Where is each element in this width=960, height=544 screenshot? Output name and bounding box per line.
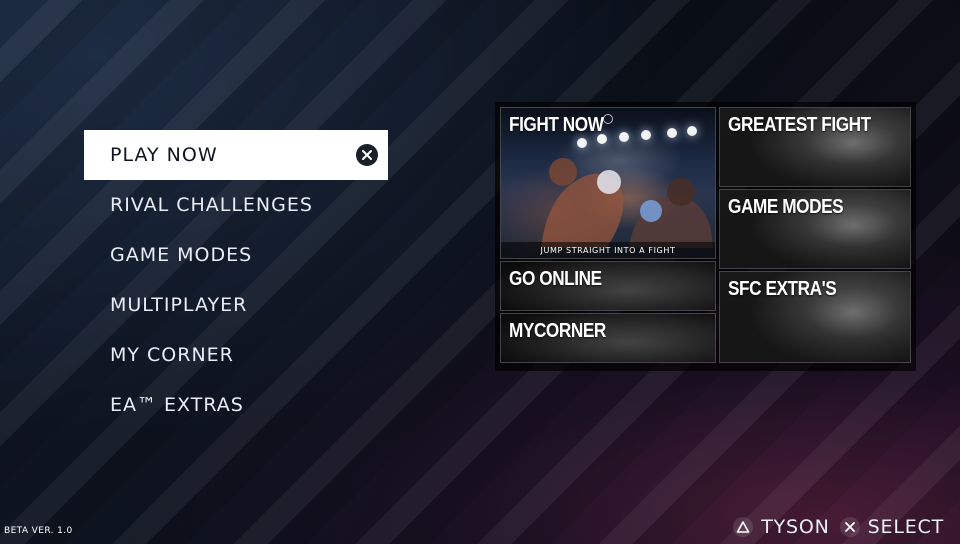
- version-label: BETA VER. 1.0: [4, 526, 73, 536]
- tile-title: FIGHT NOW: [509, 114, 604, 136]
- league-logo-icon: [603, 114, 613, 124]
- hint-tyson[interactable]: TYSON: [733, 516, 829, 538]
- menu-item-my-corner[interactable]: MY CORNER: [84, 330, 388, 380]
- menu-item-ea-extras[interactable]: EA™ EXTRAS: [84, 380, 388, 430]
- menu-item-multiplayer[interactable]: MULTIPLAYER: [84, 280, 388, 330]
- tile-title: SFC EXTRA'S: [728, 278, 837, 300]
- cross-button-icon: [356, 144, 378, 166]
- menu-item-label: GAME MODES: [110, 244, 253, 266]
- menu-item-label: RIVAL CHALLENGES: [110, 194, 313, 216]
- tile-mycorner[interactable]: MYCORNER: [500, 313, 716, 363]
- tile-sfc-extras[interactable]: SFC EXTRA'S: [719, 271, 911, 363]
- tile-title: GO ONLINE: [509, 268, 602, 290]
- menu-item-game-modes[interactable]: GAME MODES: [84, 230, 388, 280]
- tile-game-modes[interactable]: GAME MODES: [719, 189, 911, 269]
- menu-item-label: MULTIPLAYER: [110, 294, 248, 316]
- tile-fight-now[interactable]: FIGHT NOW JUMP STRAIGHT INTO A FIGHT: [500, 107, 716, 259]
- menu-item-play-now[interactable]: PLAY NOW: [84, 130, 388, 180]
- tile-caption: JUMP STRAIGHT INTO A FIGHT: [501, 242, 715, 258]
- tile-title: GREATEST FIGHT: [728, 114, 871, 136]
- cross-button-icon: [839, 517, 860, 537]
- tile-go-online[interactable]: GO ONLINE: [500, 261, 716, 311]
- hint-label: TYSON: [761, 516, 830, 538]
- menu-item-label: PLAY NOW: [110, 144, 218, 166]
- hint-label: SELECT: [867, 516, 944, 538]
- mode-tile-panel: FIGHT NOW JUMP STRAIGHT INTO A FIGHT GRE…: [497, 104, 914, 369]
- menu-item-label: EA™ EXTRAS: [110, 394, 244, 416]
- hint-select[interactable]: SELECT: [839, 516, 944, 538]
- menu-item-rival-challenges[interactable]: RIVAL CHALLENGES: [84, 180, 388, 230]
- tile-greatest-fight[interactable]: GREATEST FIGHT: [719, 107, 911, 187]
- menu-item-label: MY CORNER: [110, 344, 234, 366]
- tile-title: GAME MODES: [728, 196, 844, 218]
- main-menu: PLAY NOW RIVAL CHALLENGES GAME MODES MUL…: [84, 130, 388, 430]
- button-hints: TYSON SELECT: [733, 516, 944, 538]
- tile-title: MYCORNER: [509, 320, 606, 342]
- triangle-button-icon: [733, 517, 754, 537]
